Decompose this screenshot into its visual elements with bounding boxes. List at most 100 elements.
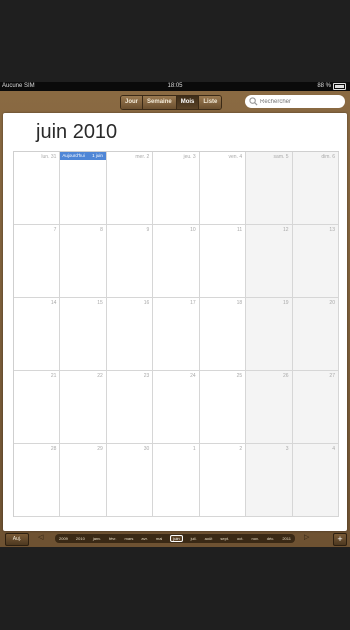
search-icon <box>249 97 258 106</box>
day-cell[interactable]: 7 <box>14 225 61 298</box>
search-field[interactable] <box>245 95 345 108</box>
day-cell[interactable]: 26 <box>246 371 293 444</box>
day-number: 7 <box>53 227 57 233</box>
day-number: 12 <box>283 227 289 233</box>
day-number: 8 <box>100 227 103 233</box>
month-grid: lun. 31 Aujourd'hui 1 juin mer. 2 jeu. 3 … <box>13 151 339 517</box>
clock: 18:05 <box>167 83 183 89</box>
day-number: 9 <box>146 227 150 233</box>
add-event-button[interactable]: + <box>333 533 347 546</box>
next-arrow-icon[interactable]: ▷ <box>304 533 309 541</box>
day-number: 20 <box>329 300 335 306</box>
tab-week[interactable]: Semaine <box>143 96 177 109</box>
bottom-bar: Auj. ◁ 2009 2010 janv. févr. mars avr. m… <box>0 530 350 547</box>
day-cell[interactable]: 21 <box>14 371 61 444</box>
day-number: 22 <box>97 373 103 379</box>
day-number: 10 <box>190 227 196 233</box>
day-number: 2 <box>239 446 243 452</box>
day-number: 25 <box>236 373 243 379</box>
day-number: sam. 5 <box>273 154 289 160</box>
timeline-item[interactable]: janv. <box>93 536 101 541</box>
day-cell[interactable]: 2 <box>199 444 247 517</box>
month-page: juin 2010 lun. 31 Aujourd'hui 1 juin mer.… <box>3 113 347 531</box>
timeline-item[interactable]: nov. <box>252 536 259 541</box>
view-switcher: Jour Semaine Mois Liste <box>120 95 223 110</box>
day-cell[interactable]: 8 <box>60 225 107 298</box>
day-number: 11 <box>236 227 243 233</box>
day-number: 3 <box>285 446 289 452</box>
day-cell[interactable]: 3 <box>246 444 293 517</box>
timeline-item-selected[interactable]: juin <box>170 535 183 542</box>
timeline-item[interactable]: 2010 <box>76 536 85 541</box>
day-cell[interactable]: 17 <box>153 298 200 371</box>
timeline-item[interactable]: 2009 <box>59 536 68 541</box>
day-cell[interactable]: 4 <box>292 444 339 517</box>
day-cell[interactable]: 9 <box>106 225 154 298</box>
day-cell[interactable]: 1 <box>153 444 200 517</box>
day-cell[interactable]: 15 <box>60 298 107 371</box>
day-cell[interactable]: jeu. 3 <box>153 152 200 225</box>
tab-list[interactable]: Liste <box>199 96 222 109</box>
day-cell[interactable]: 22 <box>60 371 107 444</box>
timeline-item[interactable]: mai <box>156 536 162 541</box>
timeline-item[interactable]: sept. <box>220 536 229 541</box>
day-cell[interactable]: 12 <box>246 225 293 298</box>
day-cell[interactable]: 10 <box>153 225 200 298</box>
today-date: 1 juin <box>92 153 103 158</box>
battery-area: 88 % <box>317 82 346 91</box>
day-number: 30 <box>143 446 150 452</box>
timeline-item[interactable]: 2011 <box>282 536 291 541</box>
calendar-frame: Jour Semaine Mois Liste juin 2010 lun. 3… <box>0 91 350 547</box>
tab-month[interactable]: Mois <box>176 96 200 109</box>
timeline-item[interactable]: mars <box>125 536 134 541</box>
day-cell[interactable]: 20 <box>292 298 339 371</box>
day-number: 23 <box>143 373 150 379</box>
day-number: 28 <box>50 446 57 452</box>
month-timeline[interactable]: 2009 2010 janv. févr. mars avr. mai juin… <box>55 534 295 543</box>
day-number: 18 <box>236 300 243 306</box>
day-cell[interactable]: 27 <box>292 371 339 444</box>
day-cell[interactable]: ven. 4 <box>199 152 247 225</box>
today-button[interactable]: Auj. <box>5 533 29 546</box>
day-number: 29 <box>97 446 103 452</box>
day-cell[interactable]: 25 <box>199 371 247 444</box>
timeline-item[interactable]: avr. <box>141 536 147 541</box>
day-number: 13 <box>329 227 335 233</box>
day-cell[interactable]: 18 <box>199 298 247 371</box>
day-cell[interactable]: 30 <box>106 444 154 517</box>
day-cell[interactable]: 29 <box>60 444 107 517</box>
day-cell[interactable]: 24 <box>153 371 200 444</box>
day-number: mer. 2 <box>135 154 150 160</box>
day-number: ven. 4 <box>228 154 243 160</box>
timeline-item[interactable]: oct. <box>237 536 243 541</box>
toolbar: Jour Semaine Mois Liste <box>0 91 350 113</box>
search-input[interactable] <box>260 98 340 105</box>
day-cell[interactable]: 13 <box>292 225 339 298</box>
day-number: lun. 31 <box>41 154 57 160</box>
day-cell[interactable]: 23 <box>106 371 154 444</box>
previous-arrow-icon[interactable]: ◁ <box>38 533 43 541</box>
day-number: 14 <box>50 300 57 306</box>
timeline-item[interactable]: févr. <box>109 536 117 541</box>
day-number: jeu. 3 <box>183 154 196 160</box>
day-cell[interactable]: 16 <box>106 298 154 371</box>
day-cell[interactable]: 19 <box>246 298 293 371</box>
day-cell[interactable]: sam. 5 <box>246 152 293 225</box>
day-number: 16 <box>143 300 150 306</box>
day-number: 15 <box>97 300 103 306</box>
day-cell[interactable]: 11 <box>199 225 247 298</box>
day-cell[interactable]: mer. 2 <box>106 152 154 225</box>
battery-label: 88 % <box>317 83 331 89</box>
day-cell[interactable]: dim. 6 <box>292 152 339 225</box>
day-cell-today[interactable]: Aujourd'hui 1 juin <box>60 152 107 225</box>
day-cell[interactable]: lun. 31 <box>14 152 61 225</box>
day-cell[interactable]: 14 <box>14 298 61 371</box>
day-cell[interactable]: 28 <box>14 444 61 517</box>
battery-icon <box>333 83 346 90</box>
tab-day[interactable]: Jour <box>121 96 144 109</box>
day-number: 1 <box>192 446 196 452</box>
timeline-item[interactable]: juil. <box>191 536 197 541</box>
status-bar: Aucune SIM 18:05 88 % <box>0 82 350 91</box>
timeline-item[interactable]: déc. <box>267 536 275 541</box>
timeline-item[interactable]: août <box>205 536 213 541</box>
